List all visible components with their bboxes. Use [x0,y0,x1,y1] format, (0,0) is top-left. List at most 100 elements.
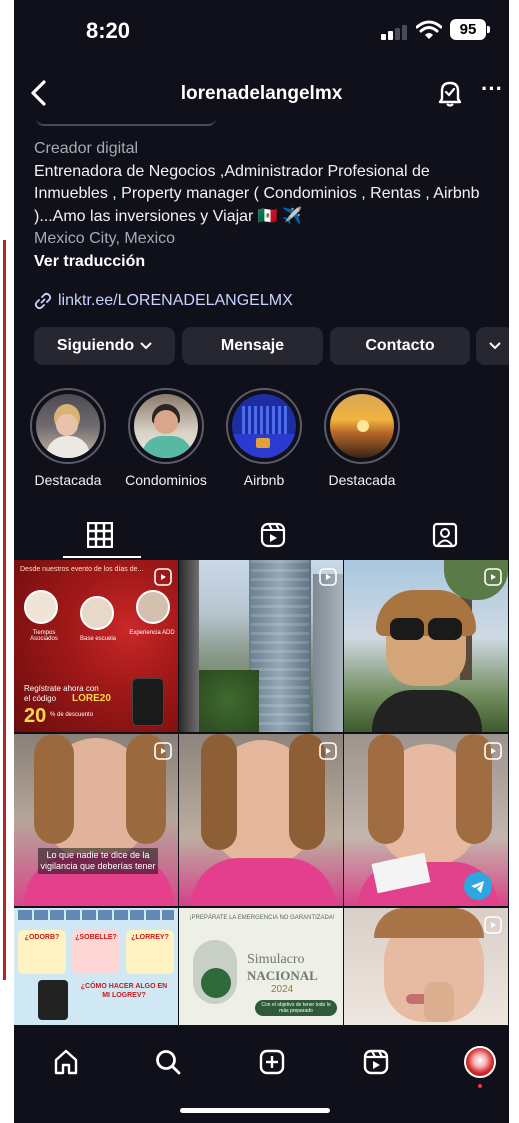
grid-icon [86,522,113,548]
link-icon [34,292,52,310]
cropped-element [36,118,216,126]
post-1-option-2: Base escuela [79,636,117,642]
reel-badge-icon [484,916,502,934]
grid-post-7[interactable]: ¿ODORB? ¿SOBELLE? ¿LORREY? ¿CÓMO HACER A… [14,908,178,1026]
nav-create[interactable] [252,1042,292,1082]
highlight-label: Destacada [328,472,396,488]
phone-screen: 8:20 95 lorenadelangelmx ··· Creador dig… [14,0,509,1123]
grid-post-3[interactable] [344,560,508,732]
nav-profile[interactable] [460,1042,500,1088]
notifications-button[interactable] [436,78,464,108]
status-time: 8:20 [86,18,131,43]
reel-badge-icon [484,742,502,760]
bio-link[interactable]: linktr.ee/LORENADELANGELMX [34,288,293,314]
post-7-q2: ¿SOBELLE? [75,934,117,941]
post-8-pill: Con el objetivo de tener todo lo más pre… [255,1000,337,1016]
post-8-title-1: Simulacro [247,952,305,967]
profile-username: lorenadelangelmx [180,83,343,104]
grid-post-2[interactable] [179,560,343,732]
post-8-banner: ¡PREPÁRATE LA EMERGENCIA NO GARANTIZADA! [189,915,335,921]
reels-icon [260,522,285,548]
chevron-down-icon [140,342,152,350]
suggested-accounts-button[interactable] [476,327,509,365]
profile-nav-bar: lorenadelangelmx ··· [14,70,509,116]
highlight-label: Destacada [34,472,102,488]
reel-badge-icon [319,568,337,586]
bio-link-text: linktr.ee/LORENADELANGELMX [58,292,293,309]
battery-indicator: 95 [450,19,490,40]
highlight-airbnb[interactable]: Airbnb [218,388,310,488]
following-label: Siguiendo [56,337,135,354]
post-7-q1: ¿ODORB? [24,934,60,941]
post-4-caption: Lo que nadie te dice de la vigilancia qu… [38,848,158,874]
home-icon [54,1049,78,1075]
reel-badge-icon [154,568,172,586]
search-icon [156,1050,181,1075]
notification-dot [478,1084,482,1088]
tagged-icon [432,522,457,548]
post-1-top-text: Desde nuestros evento de los días de... [20,566,144,573]
grid-post-9[interactable] [344,908,508,1026]
chevron-down-icon [489,342,501,350]
grid-post-5[interactable] [179,734,343,906]
bio-location[interactable]: Mexico City, Mexico [34,228,499,251]
highlight-destacada-1[interactable]: Destacada [22,388,114,488]
bio-category: Creador digital [34,140,139,157]
nav-search[interactable] [148,1042,188,1082]
create-icon [259,1049,285,1075]
grid-post-6[interactable] [344,734,508,906]
post-1-small-text: % de descuento [50,712,94,718]
post-1-line-2: el código [24,694,57,703]
screenshot-left-edge [0,0,14,1123]
highlight-cover [36,394,100,458]
highlight-cover [134,394,198,458]
telegram-icon[interactable] [464,872,492,900]
profile-avatar [464,1046,496,1078]
reel-badge-icon [484,568,502,586]
nav-reels[interactable] [356,1042,396,1082]
reel-badge-icon [319,742,337,760]
tab-posts-grid[interactable] [17,512,182,558]
post-7-q3: ¿LORREY? [131,934,169,941]
highlight-cover [232,394,296,458]
post-1-option-1: Tiempos Asociados [30,630,58,642]
highlight-cover [330,394,394,458]
signal-icon [381,24,407,40]
reels-icon [363,1049,389,1075]
message-label: Mensaje [220,337,285,354]
following-button[interactable]: Siguiendo [34,327,175,365]
post-1-code: LORE20 [72,693,111,704]
bell-icon [438,81,462,107]
grid-post-1[interactable]: Desde nuestros evento de los días de... … [14,560,178,732]
see-translation-link[interactable]: Ver traducción [34,251,499,274]
tab-reels[interactable] [190,512,355,558]
post-8-title-2: NACIONAL [247,968,318,983]
reel-badge-icon [154,742,172,760]
screenshot-right-edge [509,0,519,1123]
post-1-option-3: Experiencia ADD [129,630,175,636]
status-bar: 8:20 95 [14,0,509,60]
post-1-big-number: 20 [24,705,47,727]
bio-description: Entrenadora de Negocios ,Administrador P… [34,162,480,225]
post-7-q4: ¿CÓMO HACER ALGO EN MI LOGREV? [80,983,168,999]
grid-post-4[interactable]: Lo que nadie te dice de la vigilancia qu… [14,734,178,906]
message-button[interactable]: Mensaje [182,327,323,365]
ellipsis-icon: ··· [481,76,503,101]
more-options-button[interactable]: ··· [480,78,504,106]
highlight-label: Airbnb [243,472,285,488]
contact-button[interactable]: Contacto [330,327,470,365]
profile-bio: Creador digital Entrenadora de Negocios … [34,138,499,273]
bottom-navigation [14,1025,509,1123]
nav-home[interactable] [46,1042,86,1082]
home-indicator [180,1108,330,1113]
post-8-year: 2024 [271,984,294,995]
post-1-line-1: Regístrate ahora con [24,684,99,693]
highlight-condominios[interactable]: Condominios [120,388,212,488]
contact-label: Contacto [365,337,435,354]
highlight-label: Condominios [125,472,207,488]
highlight-destacada-2[interactable]: Destacada [316,388,408,488]
wifi-icon [416,20,442,39]
tab-tagged[interactable] [362,512,509,558]
grid-post-8[interactable]: ¡PREPÁRATE LA EMERGENCIA NO GARANTIZADA!… [179,908,343,1026]
active-tab-indicator [63,556,141,558]
